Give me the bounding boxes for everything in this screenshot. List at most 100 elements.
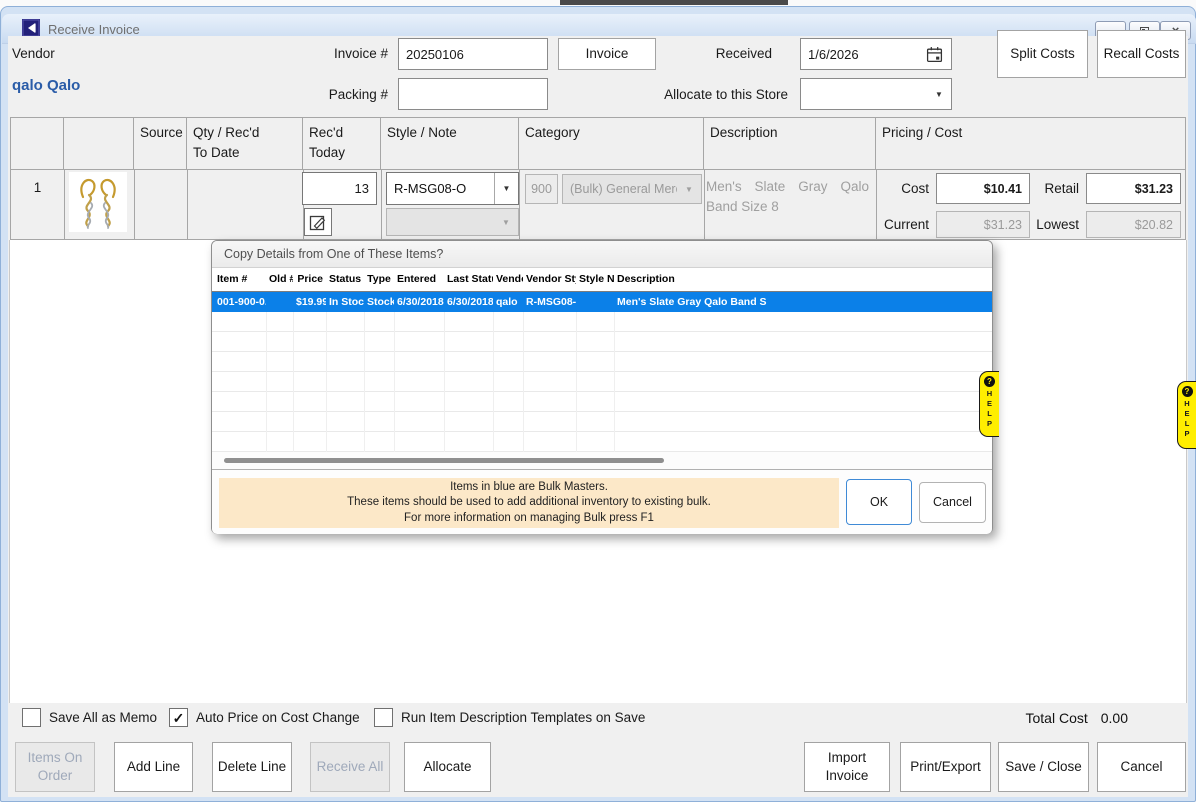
vendor-label: Vendor	[12, 46, 55, 61]
column-header-blank1	[11, 118, 64, 169]
split-costs-button[interactable]: Split Costs	[997, 30, 1088, 78]
auto-price-label: Auto Price on Cost Change	[196, 710, 360, 725]
packing-number-input[interactable]	[398, 78, 548, 110]
recd-today-input[interactable]	[302, 172, 377, 205]
edit-note-button[interactable]	[304, 208, 332, 236]
style-combobox[interactable]: R-MSG08-O ▼	[386, 172, 519, 205]
dialog-column-type: Type	[364, 268, 394, 291]
chevron-down-icon: ▼	[927, 79, 951, 109]
grid-divider	[381, 170, 382, 239]
item-thumbnail	[69, 172, 127, 232]
help-tab-label: HELP	[1183, 399, 1192, 439]
dialog-column-vendor-style: Vendor Style	[523, 268, 576, 291]
invoice-number-label: Invoice #	[296, 46, 388, 61]
column-header-source: Source	[134, 118, 187, 169]
add-line-button[interactable]: Add Line	[114, 742, 193, 792]
grid-divider	[704, 170, 705, 239]
dialog-footer: Items in blue are Bulk Masters. These it…	[212, 469, 992, 534]
pencil-icon	[309, 213, 327, 231]
background-window-edge	[560, 0, 788, 5]
dialog-column-style-note: Style Note	[576, 268, 614, 291]
app-icon	[22, 19, 40, 37]
column-header-qty-recd: Qty / Rec'd To Date	[187, 118, 303, 169]
copy-details-dialog: Copy Details from One of These Items? It…	[211, 240, 993, 534]
delete-line-button[interactable]: Delete Line	[212, 742, 292, 792]
cell-type: Stock	[364, 292, 394, 312]
grid-divider	[519, 170, 520, 239]
cancel-button[interactable]: Cancel	[1097, 742, 1186, 792]
dialog-column-status: Status	[326, 268, 364, 291]
dialog-empty-rows	[212, 312, 992, 452]
help-icon: ?	[984, 376, 995, 387]
dialog-column-description: Description	[614, 268, 992, 291]
chevron-down-icon: ▼	[677, 175, 701, 203]
style-value: R-MSG08-O	[387, 181, 494, 196]
dialog-column-item: Item #	[214, 268, 266, 291]
invoice-number-input[interactable]	[398, 38, 548, 70]
import-invoice-button[interactable]: Import Invoice	[804, 742, 890, 792]
run-templates-checkbox[interactable]	[374, 708, 393, 727]
bulk-info-line2: These items should be used to add additi…	[347, 495, 711, 511]
column-header-recd-today: Rec'd Today	[303, 118, 381, 169]
save-all-memo-checkbox[interactable]	[22, 708, 41, 727]
items-on-order-button: Items On Order	[15, 742, 95, 792]
save-close-button[interactable]: Save / Close	[998, 742, 1089, 792]
calendar-icon[interactable]	[926, 46, 943, 63]
scrollbar-thumb[interactable]	[224, 458, 664, 463]
column-header-style-note: Style / Note	[381, 118, 519, 169]
dialog-column-old: Old #	[266, 268, 293, 291]
help-icon: ?	[1182, 386, 1193, 397]
cell-price: $19.99	[293, 292, 326, 312]
cell-last-status: 6/30/2018	[444, 292, 493, 312]
ok-button[interactable]: OK	[846, 479, 912, 525]
packing-number-label: Packing #	[296, 87, 388, 102]
help-tab-label: HELP	[985, 389, 994, 429]
save-all-memo-label: Save All as Memo	[49, 710, 157, 725]
cell-vendor: qalo	[493, 292, 523, 312]
received-label: Received	[686, 46, 772, 61]
cell-description: Men's Slate Gray Qalo Band S	[614, 292, 992, 312]
allocate-store-label: Allocate to this Store	[602, 87, 788, 102]
dialog-title: Copy Details from One of These Items?	[212, 241, 992, 268]
allocate-button[interactable]: Allocate	[404, 742, 491, 792]
dialog-help-tab[interactable]: ? HELP	[979, 371, 999, 437]
total-cost: Total Cost 0.00	[1020, 710, 1128, 726]
grid-header: Source Qty / Rec'd To Date Rec'd Today S…	[10, 117, 1186, 170]
cell-entered: 6/30/2018	[394, 292, 444, 312]
lowest-label: Lowest	[1014, 217, 1079, 232]
cost-input[interactable]	[936, 173, 1030, 204]
grid-divider	[64, 170, 65, 239]
row-number: 1	[11, 180, 64, 195]
lowest-value: $20.82	[1086, 211, 1181, 238]
cell-item-number: 001-900-0...	[214, 292, 266, 312]
dialog-horizontal-scrollbar[interactable]	[212, 452, 992, 469]
dialog-column-last-status: Last Status	[444, 268, 493, 291]
allocate-store-dropdown[interactable]: ▼	[800, 78, 952, 110]
total-cost-label: Total Cost	[1026, 710, 1088, 726]
dialog-cancel-button[interactable]: Cancel	[919, 482, 986, 523]
chevron-down-icon: ▼	[494, 173, 518, 204]
bulk-info-line1: Items in blue are Bulk Masters.	[450, 480, 608, 496]
auto-price-checkbox[interactable]: ✓	[169, 708, 188, 727]
chevron-down-icon: ▼	[494, 209, 518, 235]
cost-label: Cost	[854, 181, 929, 196]
earrings-image	[69, 172, 127, 232]
total-cost-value: 0.00	[1101, 710, 1128, 726]
column-header-description: Description	[704, 118, 876, 169]
recall-costs-button[interactable]: Recall Costs	[1097, 30, 1186, 78]
retail-input[interactable]	[1086, 173, 1181, 204]
dialog-table-header: Item # Old # Price Status Type Entered L…	[212, 268, 992, 292]
checkmark-icon: ✓	[173, 711, 185, 725]
note-combobox-disabled: ▼	[386, 208, 519, 236]
dialog-selected-row[interactable]: 001-900-0... $19.99 In Stock Stock 6/30/…	[212, 292, 992, 312]
window-help-tab[interactable]: ? HELP	[1177, 381, 1196, 449]
dialog-column-price: Price	[293, 268, 326, 291]
invoice-line-row[interactable]: 1 R-MSG08-O ▼ ▼ 900	[10, 170, 1186, 240]
print-export-button[interactable]: Print/Export	[900, 742, 991, 792]
column-header-image	[64, 118, 134, 169]
window-title: Receive Invoice	[48, 22, 140, 37]
category-dropdown-disabled: (Bulk) General Merc... ▼	[562, 174, 702, 204]
invoice-button[interactable]: Invoice	[558, 38, 656, 70]
item-description: Men's Slate Gray Qalo Band Size 8	[706, 177, 869, 218]
current-label: Current	[854, 217, 929, 232]
